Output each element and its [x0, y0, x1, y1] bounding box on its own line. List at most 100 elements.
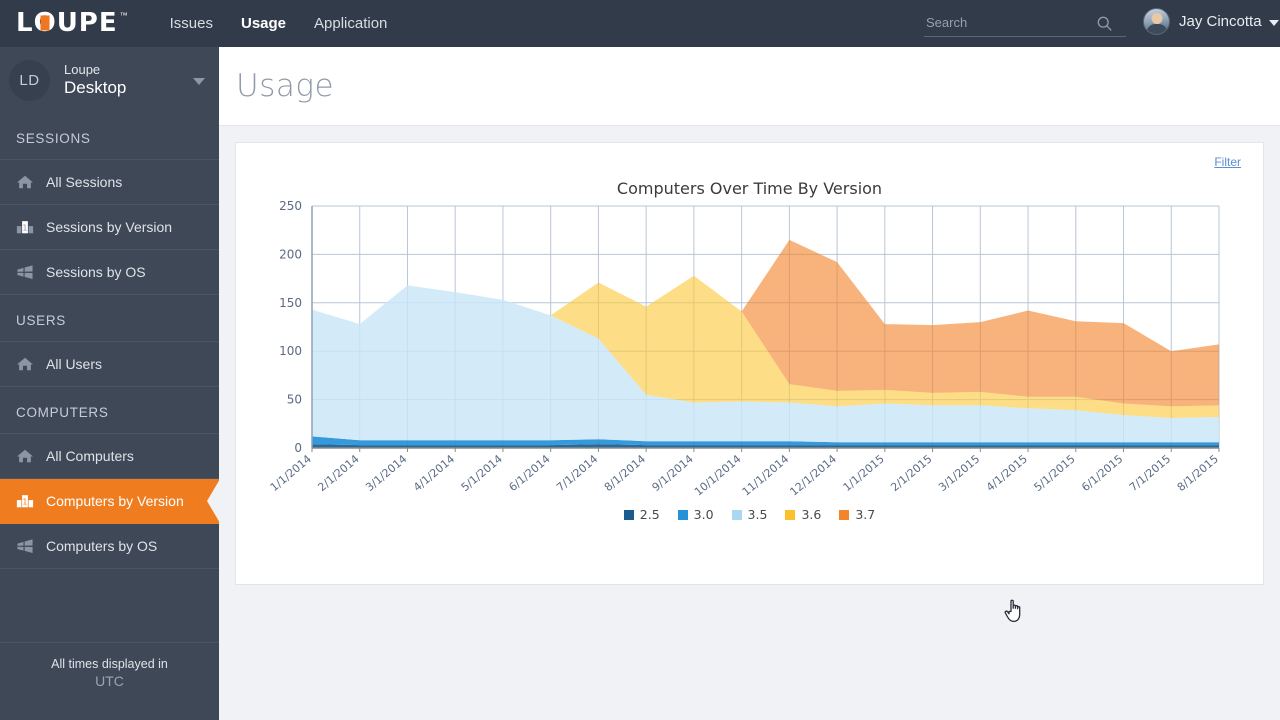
top-bar: LOUPE ™ Issues Usage Application Jay Cin…	[0, 0, 1280, 47]
y-axis-tick-label: 200	[279, 247, 302, 261]
sidebar-item-sessions-by-os[interactable]: Sessions by OS	[0, 250, 219, 295]
sidebar-group-sessions: All Sessions 1 Sessions by Version Sessi…	[0, 159, 219, 295]
home-icon	[17, 357, 33, 371]
legend-label: 2.5	[639, 507, 660, 522]
user-name: Jay Cincotta	[1179, 13, 1262, 30]
x-axis-tick-label: 12/1/2014	[787, 452, 839, 498]
version-icon: 1	[16, 495, 34, 508]
legend-item[interactable]: 3.0	[677, 507, 714, 522]
x-axis-tick-label: 10/1/2014	[692, 452, 744, 498]
x-axis-tick-label: 1/1/2014	[268, 452, 314, 494]
x-axis-tick-label: 2/1/2014	[315, 452, 361, 494]
org-switcher[interactable]: LD Loupe Desktop	[0, 47, 219, 113]
y-axis-tick-label: 250	[279, 199, 302, 213]
x-axis-tick-label: 3/1/2014	[363, 452, 409, 494]
version-icon: 1	[16, 221, 34, 234]
chart-plot-area: 0 50 100 150 200 250 1/1/2014 2/1/2014 3/1/2014 4…	[236, 198, 1265, 538]
legend-item[interactable]: 2.5	[623, 507, 660, 522]
search-box[interactable]	[924, 11, 1126, 37]
legend-swatch	[839, 509, 850, 520]
chevron-down-icon[interactable]	[193, 78, 205, 85]
legend-swatch	[623, 509, 634, 520]
org-name: Loupe	[64, 61, 101, 77]
chart-legend: 2.5 3.0 3.5 3.6 3.7	[236, 507, 1263, 522]
sidebar-item-all-users[interactable]: All Users	[0, 342, 219, 387]
x-axis-tick-label: 5/1/2015	[1032, 452, 1078, 494]
sidebar-item-label: All Sessions	[46, 174, 123, 190]
user-menu[interactable]: Jay Cincotta	[1143, 8, 1279, 35]
x-axis-tick-label: 4/1/2014	[411, 452, 457, 494]
legend-label: 3.0	[693, 507, 714, 522]
timezone-note-text: All times displayed in	[51, 657, 168, 671]
x-axis-tick-label: 5/1/2014	[459, 452, 505, 494]
trademark-symbol: ™	[119, 10, 128, 20]
chart-card: Filter Computers Over Time By Version 0 5…	[235, 142, 1264, 585]
org-text: Loupe Desktop	[64, 61, 127, 97]
org-badge: LD	[9, 59, 50, 101]
page-header: Usage	[219, 47, 1280, 126]
legend-swatch	[731, 509, 742, 520]
x-axis-tick-label: 3/1/2015	[936, 452, 982, 494]
sidebar-item-computers-by-os[interactable]: Computers by OS	[0, 524, 219, 569]
svg-text:1: 1	[22, 223, 27, 233]
y-axis-tick-label: 0	[294, 441, 302, 455]
os-icon	[17, 539, 33, 554]
sidebar-item-computers-by-version[interactable]: 1 Computers by Version	[0, 479, 220, 524]
x-axis-tick-label: 7/1/2014	[554, 452, 600, 494]
sidebar-group-computers: All Computers 1 Computers by Version Com…	[0, 433, 220, 569]
filter-link[interactable]: Filter	[1214, 155, 1241, 169]
home-icon	[17, 175, 33, 189]
x-axis-tick-label: 6/1/2014	[506, 452, 552, 494]
search-input[interactable]	[924, 14, 1096, 33]
org-product: Desktop	[64, 77, 127, 97]
y-axis-tick-label: 100	[279, 344, 302, 358]
x-axis-tick-label: 8/1/2015	[1175, 452, 1221, 494]
x-axis-tick-label: 6/1/2015	[1079, 452, 1125, 494]
section-title-sessions: SESSIONS	[16, 131, 91, 146]
legend-item[interactable]: 3.7	[839, 507, 875, 522]
legend-swatch	[785, 509, 796, 520]
timezone-value: UTC	[95, 673, 124, 690]
chart-title: Computers Over Time By Version	[616, 179, 883, 198]
section-title-users: USERS	[16, 313, 67, 328]
sidebar-item-label: Sessions by Version	[46, 219, 173, 235]
main-nav: Issues Usage Application	[156, 0, 402, 47]
computers-over-time-area-chart[interactable]: 0501001502002501/1/2014 2/1/2014 3/1/2014 4…	[236, 198, 1265, 538]
avatar	[1143, 8, 1170, 35]
nav-item-usage[interactable]: Usage	[227, 0, 300, 47]
svg-text:1: 1	[22, 497, 27, 507]
legend-swatch	[677, 509, 688, 520]
main-content: Usage Filter Computers Over Time By Vers…	[219, 47, 1280, 720]
x-axis-tick-label: 7/1/2015	[1127, 452, 1173, 494]
os-icon	[17, 265, 33, 280]
x-axis-tick-label: 8/1/2014	[602, 452, 648, 494]
sidebar-item-all-sessions[interactable]: All Sessions	[0, 160, 219, 205]
x-axis-tick-label: 4/1/2015	[984, 452, 1030, 494]
sidebar-group-users: All Users	[0, 341, 219, 387]
logo-accent-dot	[40, 15, 50, 30]
page-title: Usage	[236, 68, 335, 104]
chevron-down-icon[interactable]	[1268, 19, 1279, 26]
sidebar: LD Loupe Desktop SESSIONS All Sessions 1…	[0, 47, 220, 720]
loupe-logo[interactable]: LOUPE ™	[16, 10, 128, 38]
x-axis-tick-label: 11/1/2014	[740, 452, 792, 498]
logo-text: LOUPE	[16, 7, 118, 38]
sidebar-item-sessions-by-version[interactable]: 1 Sessions by Version	[0, 205, 219, 250]
sidebar-item-label: Sessions by OS	[46, 264, 146, 280]
search-icon[interactable]	[1096, 15, 1113, 32]
home-icon	[17, 449, 33, 463]
sidebar-item-label: All Computers	[46, 448, 134, 464]
legend-label: 3.5	[747, 507, 768, 522]
x-axis-tick-label: 1/1/2015	[841, 452, 887, 494]
nav-item-issues[interactable]: Issues	[156, 0, 227, 47]
timezone-note: All times displayed in UTC	[0, 642, 219, 690]
nav-item-application[interactable]: Application	[300, 0, 401, 47]
x-axis-tick-label: 9/1/2014	[650, 452, 696, 494]
sidebar-item-all-computers[interactable]: All Computers	[0, 434, 219, 479]
sidebar-item-label: All Users	[46, 356, 103, 372]
legend-label: 3.7	[855, 507, 876, 522]
legend-item[interactable]: 3.6	[785, 507, 821, 522]
legend-item[interactable]: 3.5	[731, 507, 768, 522]
legend-label: 3.6	[801, 507, 822, 522]
sidebar-item-label: Computers by Version	[46, 493, 184, 509]
